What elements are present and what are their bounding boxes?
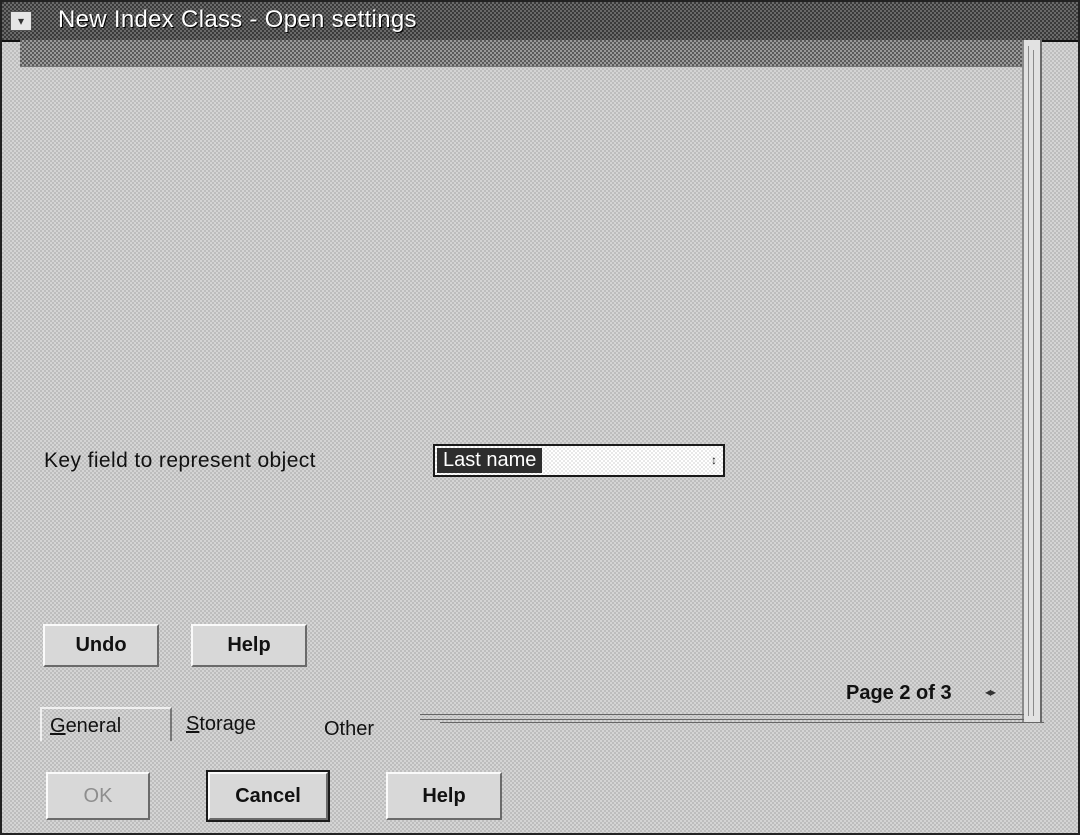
tab-storage-mnemonic: S [186,713,200,735]
page-arrows-icon[interactable]: ◂▸ [985,685,996,699]
tab-storage[interactable]: Storage [178,707,312,741]
tab-other[interactable]: Other [316,712,456,746]
notebook-bottom-edge-2 [440,720,1044,723]
window-title: New Index Class - Open settings [58,6,417,33]
dropdown-arrow-icon[interactable]: ↕ [707,449,721,472]
settings-window: ▾ New Index Class - Open settings Key fi… [0,0,1080,835]
key-field-dropdown[interactable]: Last name ↕ [433,444,725,477]
settings-notebook [20,40,1044,725]
notebook-top-edge [20,40,1022,67]
key-field-value: Last name [437,448,543,473]
notebook-page-stack-edge [1022,40,1042,722]
tab-general-label: eneral [65,715,122,737]
ok-button[interactable]: OK [46,772,150,820]
page-indicator: Page 2 of 3 [846,682,952,704]
system-menu-icon[interactable]: ▾ [10,11,32,31]
title-bar[interactable]: ▾ New Index Class - Open settings [2,2,1078,42]
tab-general[interactable]: General [40,707,172,741]
key-field-label: Key field to represent object [44,449,316,472]
undo-button[interactable]: Undo [43,624,159,667]
help-button[interactable]: Help [386,772,502,820]
tab-storage-label: torage [199,713,257,735]
tab-other-label: Other [324,718,375,740]
cancel-button[interactable]: Cancel [206,770,330,822]
tab-general-mnemonic: G [50,715,66,737]
page-help-button[interactable]: Help [191,624,307,667]
